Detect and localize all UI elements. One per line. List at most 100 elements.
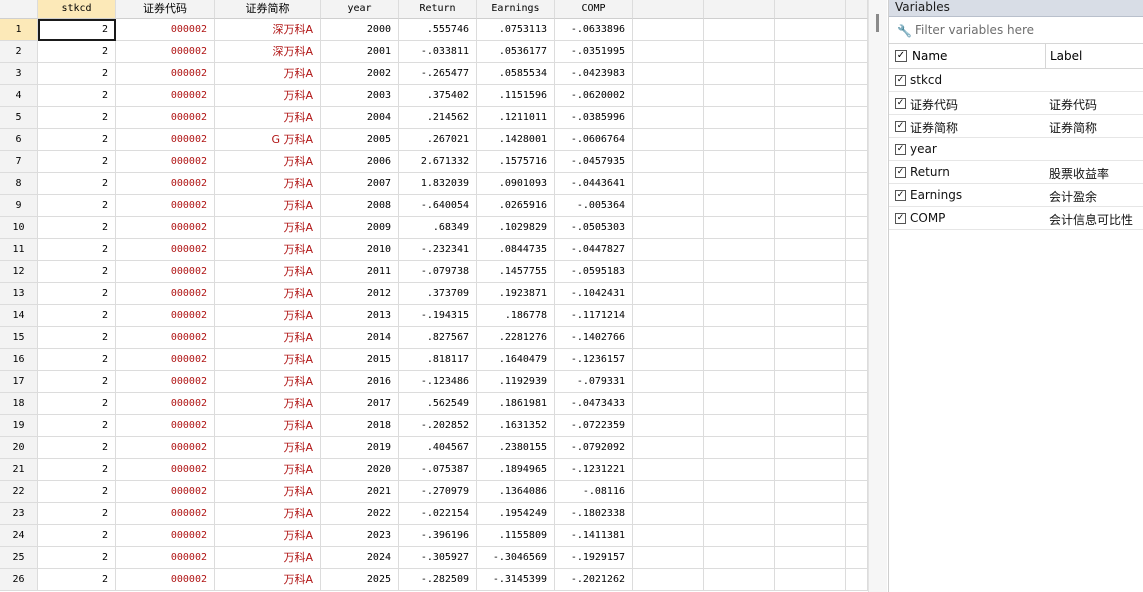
short-name-cell[interactable]: 万科A	[215, 415, 321, 437]
code-cell[interactable]: 000002	[116, 19, 215, 41]
code-cell[interactable]: 000002	[116, 393, 215, 415]
return-cell[interactable]: -.282509	[399, 569, 477, 591]
short-name-cell[interactable]: 万科A	[215, 151, 321, 173]
return-cell[interactable]: -.396196	[399, 525, 477, 547]
empty-cell[interactable]	[846, 415, 868, 437]
year-cell[interactable]: 2020	[321, 459, 399, 481]
empty-cell[interactable]	[846, 85, 868, 107]
empty-cell[interactable]	[846, 305, 868, 327]
code-cell[interactable]: 000002	[116, 63, 215, 85]
earnings-cell[interactable]: .1192939	[477, 371, 555, 393]
stkcd-cell[interactable]: 2	[38, 305, 116, 327]
comp-cell[interactable]: -.0606764	[555, 129, 633, 151]
comp-cell[interactable]: -.0620002	[555, 85, 633, 107]
return-cell[interactable]: .562549	[399, 393, 477, 415]
scrollbar-thumb[interactable]	[876, 14, 879, 32]
row-number[interactable]: 20	[0, 437, 38, 459]
earnings-cell[interactable]: .1029829	[477, 217, 555, 239]
return-cell[interactable]: -.640054	[399, 195, 477, 217]
empty-cell[interactable]	[775, 217, 846, 239]
comp-cell[interactable]: -.1236157	[555, 349, 633, 371]
short-name-cell[interactable]: 万科A	[215, 393, 321, 415]
empty-cell[interactable]	[775, 283, 846, 305]
empty-cell[interactable]	[633, 569, 704, 591]
empty-cell[interactable]	[704, 459, 775, 481]
comp-cell[interactable]: -.1231221	[555, 459, 633, 481]
year-cell[interactable]: 2006	[321, 151, 399, 173]
empty-cell[interactable]	[775, 547, 846, 569]
empty-cell[interactable]	[846, 151, 868, 173]
year-cell[interactable]: 2015	[321, 349, 399, 371]
empty-cell[interactable]	[775, 503, 846, 525]
empty-cell[interactable]	[633, 283, 704, 305]
code-cell[interactable]: 000002	[116, 195, 215, 217]
empty-cell[interactable]	[775, 371, 846, 393]
return-cell[interactable]: -.232341	[399, 239, 477, 261]
row-number[interactable]: 18	[0, 393, 38, 415]
earnings-cell[interactable]: .1631352	[477, 415, 555, 437]
stkcd-cell[interactable]: 2	[38, 129, 116, 151]
return-cell[interactable]: -.079738	[399, 261, 477, 283]
earnings-cell[interactable]: .2281276	[477, 327, 555, 349]
checkbox-checked-icon[interactable]: ✓	[895, 167, 906, 178]
return-cell[interactable]: -.022154	[399, 503, 477, 525]
return-cell[interactable]: -.123486	[399, 371, 477, 393]
year-cell[interactable]: 2003	[321, 85, 399, 107]
empty-cell[interactable]	[704, 371, 775, 393]
comp-cell[interactable]: -.0633896	[555, 19, 633, 41]
comp-cell[interactable]: -.0385996	[555, 107, 633, 129]
empty-cell[interactable]	[704, 503, 775, 525]
column-divider[interactable]	[1045, 44, 1046, 68]
year-cell[interactable]: 2021	[321, 481, 399, 503]
empty-cell[interactable]	[775, 173, 846, 195]
row-number[interactable]: 10	[0, 217, 38, 239]
empty-cell[interactable]	[633, 305, 704, 327]
empty-cell[interactable]	[846, 107, 868, 129]
year-cell[interactable]: 2002	[321, 63, 399, 85]
variable-row[interactable]: ✓ 证券代码 证券代码	[889, 92, 1143, 115]
empty-cell[interactable]	[846, 195, 868, 217]
return-cell[interactable]: .267021	[399, 129, 477, 151]
empty-cell[interactable]	[775, 349, 846, 371]
checkbox-checked-icon[interactable]: ✓	[895, 190, 906, 201]
empty-cell[interactable]	[704, 327, 775, 349]
empty-cell[interactable]	[633, 349, 704, 371]
empty-cell[interactable]	[704, 151, 775, 173]
empty-cell[interactable]	[633, 217, 704, 239]
short-name-cell[interactable]: 万科A	[215, 371, 321, 393]
short-name-cell[interactable]: 万科A	[215, 305, 321, 327]
year-cell[interactable]: 2024	[321, 547, 399, 569]
empty-cell[interactable]	[633, 107, 704, 129]
comp-cell[interactable]: -.1411381	[555, 525, 633, 547]
empty-cell[interactable]	[846, 547, 868, 569]
empty-cell[interactable]	[704, 305, 775, 327]
code-cell[interactable]: 000002	[116, 85, 215, 107]
empty-cell[interactable]	[775, 569, 846, 591]
corner-cell[interactable]	[0, 0, 38, 19]
code-cell[interactable]: 000002	[116, 459, 215, 481]
empty-cell[interactable]	[775, 305, 846, 327]
comp-cell[interactable]: -.1402766	[555, 327, 633, 349]
short-name-cell[interactable]: 万科A	[215, 349, 321, 371]
row-number[interactable]: 2	[0, 41, 38, 63]
empty-cell[interactable]	[633, 173, 704, 195]
short-name-cell[interactable]: 深万科A	[215, 41, 321, 63]
code-cell[interactable]: 000002	[116, 151, 215, 173]
row-number[interactable]: 9	[0, 195, 38, 217]
comp-cell[interactable]: -.1929157	[555, 547, 633, 569]
empty-cell[interactable]	[633, 327, 704, 349]
empty-cell[interactable]	[704, 195, 775, 217]
stkcd-cell[interactable]: 2	[38, 503, 116, 525]
empty-cell[interactable]	[633, 371, 704, 393]
empty-cell[interactable]	[775, 481, 846, 503]
year-cell[interactable]: 2004	[321, 107, 399, 129]
empty-cell[interactable]	[775, 239, 846, 261]
empty-cell[interactable]	[704, 129, 775, 151]
comp-cell[interactable]: -.1802338	[555, 503, 633, 525]
empty-cell[interactable]	[704, 547, 775, 569]
name-column-header[interactable]: Name	[912, 49, 947, 63]
filter-variables-input[interactable]	[915, 21, 1137, 39]
empty-cell[interactable]	[846, 437, 868, 459]
short-name-cell[interactable]: 万科A	[215, 261, 321, 283]
empty-cell[interactable]	[633, 393, 704, 415]
